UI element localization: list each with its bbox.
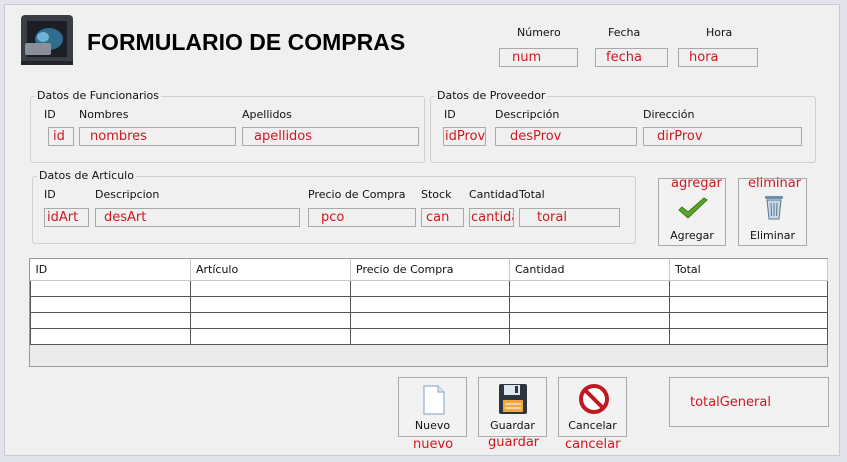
articulo-descripcion-label: Descripcion xyxy=(95,188,160,201)
agregar-label: Agregar xyxy=(670,229,714,242)
table-cell[interactable] xyxy=(669,328,828,345)
table-cell[interactable] xyxy=(350,328,510,345)
proveedor-id-field[interactable]: idProv xyxy=(443,127,486,146)
numero-label: Número xyxy=(517,26,561,39)
proveedor-id-label: ID xyxy=(444,108,456,121)
nuevo-name-label: nuevo xyxy=(413,437,454,452)
nuevo-label: Nuevo xyxy=(414,419,451,432)
articulo-legend: Datos de Articulo xyxy=(37,169,136,182)
table-row[interactable] xyxy=(30,312,828,329)
table-cell[interactable] xyxy=(190,328,351,345)
column-header[interactable]: Precio de Compra xyxy=(350,259,510,281)
proveedor-direccion-field[interactable]: dirProv xyxy=(643,127,802,146)
table-cell[interactable] xyxy=(350,296,510,313)
floppy-disk-icon xyxy=(499,384,527,414)
total-general-value: totalGeneral xyxy=(690,395,771,410)
checkmark-icon xyxy=(678,197,708,219)
guardar-label: Guardar xyxy=(490,419,535,432)
new-document-icon xyxy=(423,385,445,415)
articulo-cantidad-label: Cantidad xyxy=(469,188,519,201)
table-row[interactable] xyxy=(30,328,828,345)
table-cell[interactable] xyxy=(509,280,670,297)
fecha-label: Fecha xyxy=(608,26,641,39)
table-cell[interactable] xyxy=(509,328,670,345)
column-header[interactable]: ID xyxy=(30,259,191,281)
articulo-descripcion-field[interactable]: desArt xyxy=(95,208,300,227)
table-cell[interactable] xyxy=(509,312,670,329)
articulo-cantidad-field[interactable]: cantidad xyxy=(469,208,514,227)
funcionario-apellidos-field[interactable]: apellidos xyxy=(242,127,419,146)
guardar-button[interactable]: Guardar xyxy=(478,377,547,437)
table-cell[interactable] xyxy=(350,312,510,329)
table-cell[interactable] xyxy=(669,280,828,297)
articulo-id-label: ID xyxy=(44,188,56,201)
funcionario-nombres-label: Nombres xyxy=(79,108,129,121)
purchase-grid: ID Artículo Precio de Compra Cantidad To… xyxy=(30,259,828,345)
cancel-icon xyxy=(579,384,609,414)
cancelar-name-label: cancelar xyxy=(565,437,621,452)
funcionario-id-label: ID xyxy=(44,108,56,121)
articulo-precio-field[interactable]: pco xyxy=(308,208,416,227)
table-cell[interactable] xyxy=(30,280,191,297)
table-cell[interactable] xyxy=(30,328,191,345)
numero-field[interactable]: num xyxy=(499,48,578,67)
table-cell[interactable] xyxy=(30,296,191,313)
funcionario-apellidos-label: Apellidos xyxy=(242,108,292,121)
fecha-field[interactable]: fecha xyxy=(595,48,668,67)
column-header[interactable]: Cantidad xyxy=(509,259,670,281)
trash-icon xyxy=(765,196,783,220)
eliminar-label: Eliminar xyxy=(749,229,796,242)
nuevo-button[interactable]: Nuevo xyxy=(398,377,467,437)
column-header[interactable]: Total xyxy=(669,259,828,281)
proveedor-descripcion-label: Descripción xyxy=(495,108,560,121)
total-general-box: totalGeneral xyxy=(669,377,829,427)
articulo-precio-label: Precio de Compra xyxy=(308,188,406,201)
articulo-stock-label: Stock xyxy=(421,188,452,201)
cancelar-label: Cancelar xyxy=(568,419,617,432)
articulo-id-field[interactable]: idArt xyxy=(44,208,89,227)
form-window: FORMULARIO DE COMPRAS Número Fecha Hora … xyxy=(4,4,840,456)
funcionario-id-field[interactable]: id xyxy=(48,127,74,146)
table-row[interactable] xyxy=(30,296,828,313)
page-title: FORMULARIO DE COMPRAS xyxy=(87,29,406,55)
eliminar-name-label: eliminar xyxy=(748,176,802,191)
articulo-stock-field[interactable]: can xyxy=(421,208,464,227)
table-cell[interactable] xyxy=(190,296,351,313)
hora-label: Hora xyxy=(706,26,733,39)
table-cell[interactable] xyxy=(509,296,670,313)
funcionarios-legend: Datos de Funcionarios xyxy=(35,89,161,102)
proveedor-legend: Datos de Proveedor xyxy=(435,89,548,102)
articulo-total-label: Total xyxy=(519,188,545,201)
table-cell[interactable] xyxy=(30,312,191,329)
table-row[interactable] xyxy=(30,280,828,297)
monitor-logo-icon xyxy=(19,13,75,69)
table-cell[interactable] xyxy=(669,312,828,329)
hora-field[interactable]: hora xyxy=(678,48,758,67)
funcionario-nombres-field[interactable]: nombres xyxy=(79,127,236,146)
proveedor-direccion-label: Dirección xyxy=(643,108,695,121)
table-header-row: ID Artículo Precio de Compra Cantidad To… xyxy=(30,259,828,281)
guardar-name-label: guardar xyxy=(488,435,540,450)
table-cell[interactable] xyxy=(190,280,351,297)
agregar-name-label: agregar xyxy=(671,176,722,191)
table-cell[interactable] xyxy=(350,280,510,297)
table-cell[interactable] xyxy=(190,312,351,329)
table-cell[interactable] xyxy=(669,296,828,313)
column-header[interactable]: Artículo xyxy=(190,259,351,281)
proveedor-descripcion-field[interactable]: desProv xyxy=(495,127,637,146)
cancelar-button[interactable]: Cancelar xyxy=(558,377,627,437)
purchase-table[interactable]: ID Artículo Precio de Compra Cantidad To… xyxy=(29,258,828,367)
articulo-total-field[interactable]: toral xyxy=(519,208,620,227)
